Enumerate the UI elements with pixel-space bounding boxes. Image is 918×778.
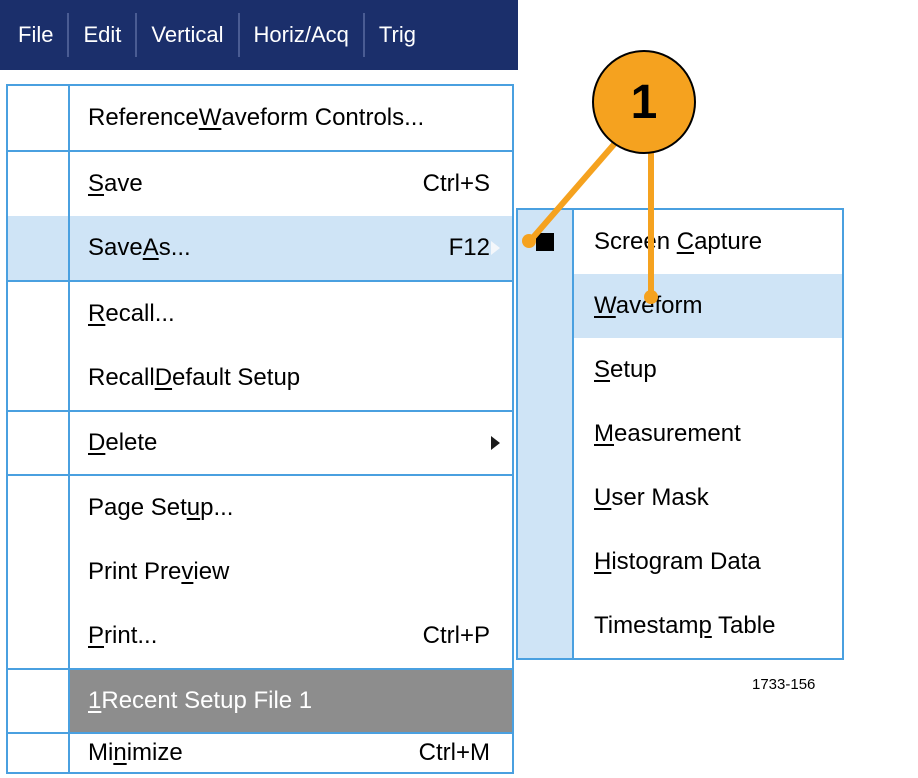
- submenu-label: Screen Capture: [574, 228, 842, 256]
- menu-label: Print Preview: [70, 558, 512, 586]
- menu-item-recent-setup[interactable]: 1 Recent Setup File 1: [8, 668, 512, 732]
- menu-icon-cell: [8, 670, 70, 732]
- menu-item-recall-default[interactable]: Recall Default Setup: [8, 346, 512, 410]
- submenu-item-waveform[interactable]: Waveform: [518, 274, 842, 338]
- submenu-icon-cell: [518, 274, 574, 338]
- submenu-label: Measurement: [574, 420, 842, 448]
- menu-icon-cell: [8, 412, 70, 474]
- submenu-item-measurement[interactable]: Measurement: [518, 402, 842, 466]
- submenu-icon-cell: [518, 594, 574, 658]
- save-as-submenu: Screen Capture Waveform Setup Measuremen…: [516, 208, 844, 660]
- menubar-item-vertical[interactable]: Vertical: [137, 13, 239, 57]
- menu-label: Save: [70, 170, 423, 198]
- submenu-icon-cell: [518, 530, 574, 594]
- submenu-label: Timestamp Table: [574, 612, 842, 640]
- menu-icon-cell: [8, 734, 70, 772]
- menu-label: Print...: [70, 622, 423, 650]
- submenu-label: Histogram Data: [574, 548, 842, 576]
- submenu-icon-cell: [518, 466, 574, 530]
- menu-icon-cell: [8, 86, 70, 150]
- callout-number: 1: [631, 75, 658, 130]
- menu-label: Minimize: [70, 739, 419, 767]
- menubar-item-file[interactable]: File: [0, 13, 69, 57]
- callout-badge: 1: [592, 50, 696, 154]
- menu-item-print[interactable]: Print... Ctrl+P: [8, 604, 512, 668]
- callout-dot: [644, 290, 658, 304]
- menu-icon-cell: [8, 346, 70, 410]
- menu-label: Reference Waveform Controls...: [70, 104, 512, 132]
- menubar: File Edit Vertical Horiz/Acq Trig: [0, 0, 518, 70]
- submenu-label: User Mask: [574, 484, 842, 512]
- menu-icon-cell: [8, 216, 70, 280]
- menu-icon-cell: [8, 540, 70, 604]
- submenu-icon-cell: [518, 402, 574, 466]
- menu-item-save-as[interactable]: Save As... F12: [8, 216, 512, 280]
- menu-label: Recall Default Setup: [70, 364, 512, 392]
- menu-icon-cell: [8, 282, 70, 346]
- submenu-item-histogram[interactable]: Histogram Data: [518, 530, 842, 594]
- submenu-item-setup[interactable]: Setup: [518, 338, 842, 402]
- menu-icon-cell: [8, 604, 70, 668]
- menu-shortcut: F12: [449, 234, 512, 262]
- submenu-arrow-icon: [491, 436, 500, 450]
- menu-icon-cell: [8, 152, 70, 216]
- menu-item-delete[interactable]: Delete: [8, 410, 512, 474]
- menu-shortcut: Ctrl+S: [423, 170, 512, 198]
- menu-item-recall[interactable]: Recall...: [8, 282, 512, 346]
- menu-label: Delete: [70, 429, 512, 457]
- menu-label: Recall...: [70, 300, 512, 328]
- menu-label: Page Setup...: [70, 494, 512, 522]
- menu-item-minimize[interactable]: Minimize Ctrl+M: [8, 732, 512, 772]
- callout-line: [648, 152, 654, 294]
- figure-id: 1733-156: [752, 676, 815, 693]
- menu-label: 1 Recent Setup File 1: [70, 687, 512, 715]
- submenu-icon-cell: [518, 338, 574, 402]
- menu-icon-cell: [8, 476, 70, 540]
- menu-item-reference-waveform[interactable]: Reference Waveform Controls...: [8, 86, 512, 150]
- menu-item-save[interactable]: Save Ctrl+S: [8, 152, 512, 216]
- menubar-item-trig[interactable]: Trig: [365, 13, 430, 57]
- default-marker-icon: [536, 233, 554, 251]
- submenu-item-user-mask[interactable]: User Mask: [518, 466, 842, 530]
- submenu-item-screen-capture[interactable]: Screen Capture: [518, 210, 842, 274]
- submenu-label: Setup: [574, 356, 842, 384]
- callout-dot: [522, 234, 536, 248]
- submenu-label: Waveform: [574, 292, 842, 320]
- menu-item-page-setup[interactable]: Page Setup...: [8, 476, 512, 540]
- submenu-item-timestamp[interactable]: Timestamp Table: [518, 594, 842, 658]
- menu-shortcut: Ctrl+M: [419, 739, 512, 767]
- file-menu: Reference Waveform Controls... Save Ctrl…: [6, 84, 514, 774]
- menu-shortcut: Ctrl+P: [423, 622, 512, 650]
- menu-item-print-preview[interactable]: Print Preview: [8, 540, 512, 604]
- submenu-arrow-icon: [491, 241, 500, 255]
- menubar-item-edit[interactable]: Edit: [69, 13, 137, 57]
- menubar-item-horiz[interactable]: Horiz/Acq: [240, 13, 365, 57]
- menu-label: Save As...: [70, 234, 449, 262]
